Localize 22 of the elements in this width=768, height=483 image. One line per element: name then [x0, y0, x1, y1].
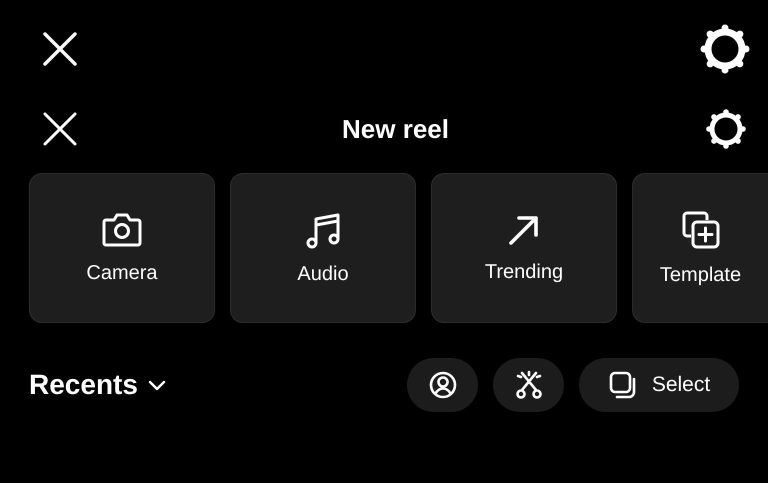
stacked-squares-icon — [608, 370, 638, 400]
close-icon — [43, 112, 77, 146]
music-note-icon — [305, 210, 341, 248]
profile-icon — [428, 371, 456, 399]
settings-button[interactable] — [706, 109, 746, 149]
select-button[interactable]: Select — [579, 358, 739, 412]
camera-icon — [102, 212, 142, 248]
templates-icon — [680, 210, 720, 250]
screen-title: New reel — [342, 114, 449, 144]
create-tile[interactable]: Trending — [431, 173, 617, 323]
album-dropdown[interactable]: Recents — [29, 369, 166, 401]
settings-icon — [706, 109, 746, 149]
create-tile[interactable]: Template — [632, 173, 768, 323]
scissors-sparkle-icon — [514, 370, 544, 400]
chevron-down-icon — [148, 380, 166, 390]
settings-button[interactable] — [700, 24, 750, 74]
settings-icon — [700, 24, 750, 74]
create-tile[interactable]: Camera — [29, 173, 215, 323]
close-button[interactable] — [43, 112, 77, 146]
close-button[interactable] — [43, 32, 77, 66]
close-icon — [43, 32, 77, 66]
create-tile[interactable]: Audio — [230, 173, 416, 323]
